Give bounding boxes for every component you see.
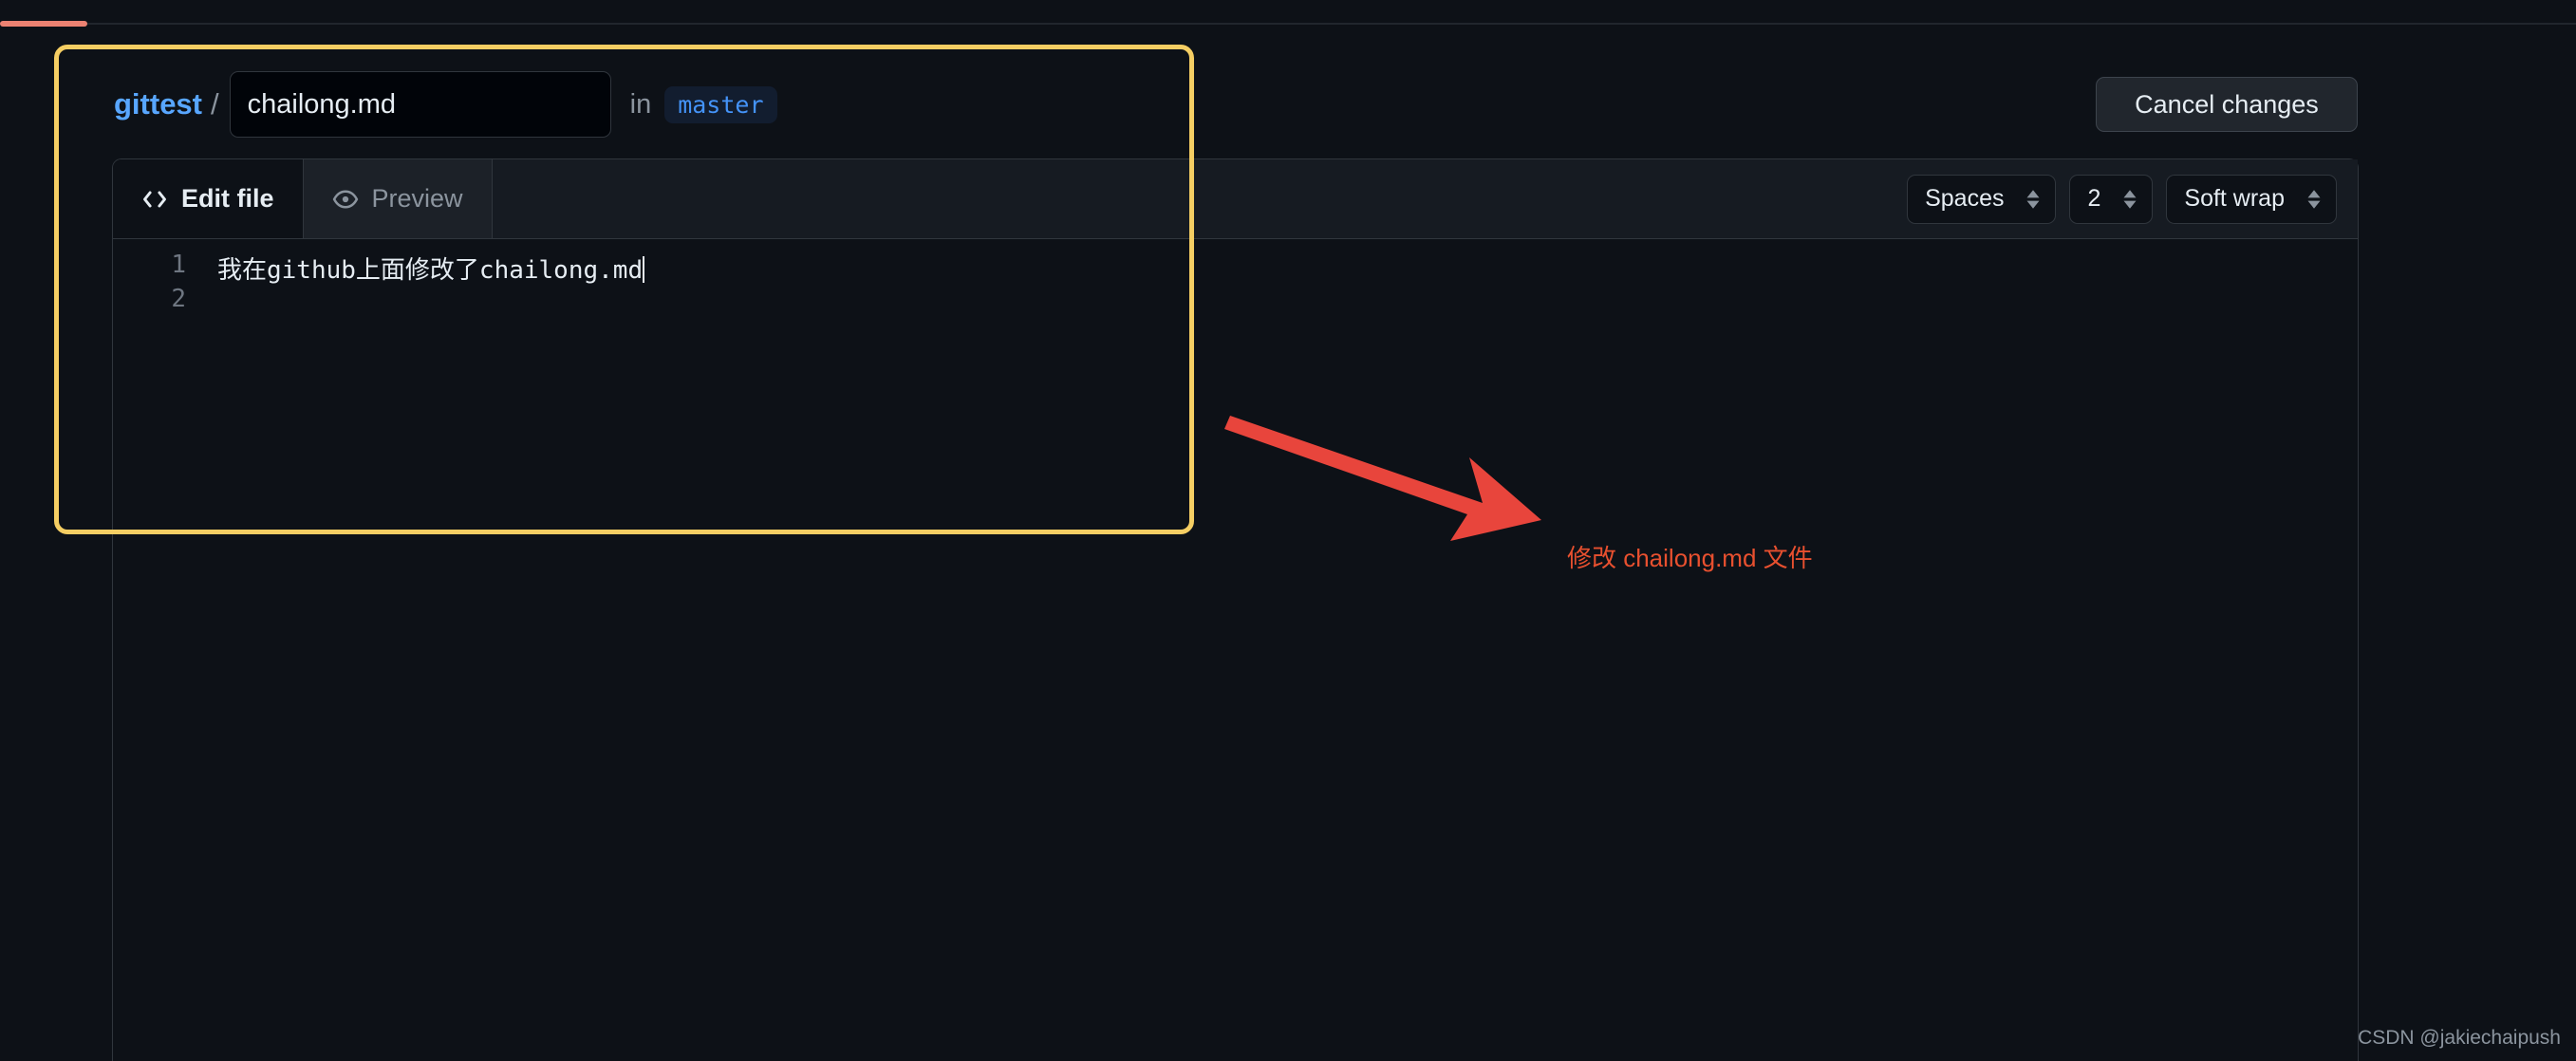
file-edit-header: gittest / in master Cancel changes <box>112 59 2359 150</box>
branch-in-label: in <box>629 88 652 120</box>
repo-breadcrumb-link[interactable]: gittest <box>114 87 202 121</box>
tab-edit-file[interactable]: Edit file <box>113 159 304 238</box>
chevron-updown-icon <box>2121 187 2138 212</box>
line-content: 我在github上面修改了chailong.md <box>186 251 645 286</box>
text-caret <box>643 256 645 283</box>
indent-mode-select[interactable]: Spaces <box>1907 174 2057 224</box>
chevron-updown-icon <box>2025 187 2042 212</box>
wrap-mode-select[interactable]: Soft wrap <box>2166 174 2337 224</box>
branch-badge: master <box>664 85 777 123</box>
code-line: 1 我在github上面修改了chailong.md <box>113 251 2358 285</box>
tab-preview[interactable]: Preview <box>303 159 493 238</box>
code-line: 2 <box>113 285 2358 319</box>
chevron-updown-icon <box>2305 187 2323 212</box>
line-number: 2 <box>171 285 186 313</box>
editor-tabbar: Edit file Preview Spaces 2 Soft wrap <box>113 159 2358 239</box>
annotation-label: 修改 chailong.md 文件 <box>1567 544 1813 572</box>
wrap-mode-value: Soft wrap <box>2184 185 2285 212</box>
tab-preview-label: Preview <box>371 184 463 213</box>
eye-icon <box>332 186 359 213</box>
line-text: 我在github上面修改了chailong.md <box>217 256 644 285</box>
watermark: CSDN @jakiechaipush <box>2358 1027 2561 1049</box>
cancel-changes-button[interactable]: Cancel changes <box>2096 77 2358 132</box>
code-icon <box>141 186 168 213</box>
indent-size-select[interactable]: 2 <box>2069 174 2154 224</box>
breadcrumb-separator: / <box>211 87 219 121</box>
tabbar-spacer <box>492 159 1908 238</box>
filename-input[interactable] <box>229 71 611 138</box>
code-editor-area[interactable]: 1 我在github上面修改了chailong.md 2 <box>113 239 2358 1061</box>
top-divider <box>0 23 2576 25</box>
page-loading-progress-bar <box>0 21 87 27</box>
indent-size-value: 2 <box>2087 185 2101 212</box>
editor-options-group: Spaces 2 Soft wrap <box>1907 159 2358 238</box>
line-number: 1 <box>171 251 186 279</box>
indent-mode-value: Spaces <box>1925 185 2005 212</box>
tab-edit-file-label: Edit file <box>181 184 274 213</box>
